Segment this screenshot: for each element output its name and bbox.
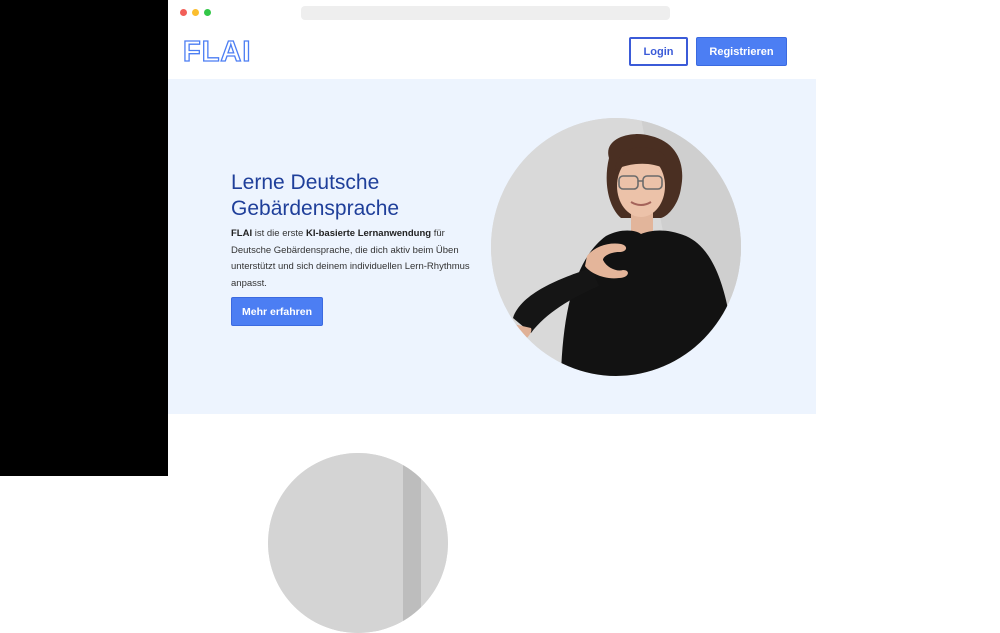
hero-title-line2: Gebärdensprache bbox=[231, 197, 400, 220]
top-navigation: FLAI Login Registrieren bbox=[168, 28, 816, 79]
hero-title-line1: Lerne Deutsche bbox=[231, 171, 380, 194]
maximize-dot-icon[interactable] bbox=[204, 9, 211, 16]
window-controls bbox=[180, 9, 211, 16]
left-backdrop bbox=[0, 0, 168, 476]
login-button[interactable]: Login bbox=[629, 37, 688, 66]
secondary-photo bbox=[268, 453, 448, 633]
hero-text-part1: ist die erste bbox=[252, 228, 306, 239]
secondary-photo-illustration bbox=[268, 453, 448, 633]
address-bar[interactable] bbox=[301, 6, 670, 20]
logo-text: FLAI bbox=[183, 36, 251, 66]
signing-person-illustration bbox=[491, 118, 741, 376]
hero-description: FLAI ist die erste KI-basierte Lernanwen… bbox=[231, 226, 471, 292]
register-button[interactable]: Registrieren bbox=[696, 37, 787, 66]
hero-text-bold-brand: FLAI bbox=[231, 228, 253, 239]
minimize-dot-icon[interactable] bbox=[192, 9, 199, 16]
learn-more-button[interactable]: Mehr erfahren bbox=[231, 297, 323, 326]
hero-text-bold-ki: KI-basierte Lernanwendung bbox=[305, 228, 432, 239]
flai-logo-icon[interactable]: FLAI bbox=[183, 36, 263, 66]
signing-person-photo bbox=[491, 118, 741, 376]
hero-section: Lerne Deutsche Gebärdensprache FLAI ist … bbox=[168, 79, 816, 414]
hero-title: Lerne Deutsche Gebärdensprache bbox=[231, 170, 451, 222]
close-dot-icon[interactable] bbox=[180, 9, 187, 16]
browser-window: FLAI Login Registrieren Lerne Deutsche G… bbox=[168, 0, 1000, 633]
